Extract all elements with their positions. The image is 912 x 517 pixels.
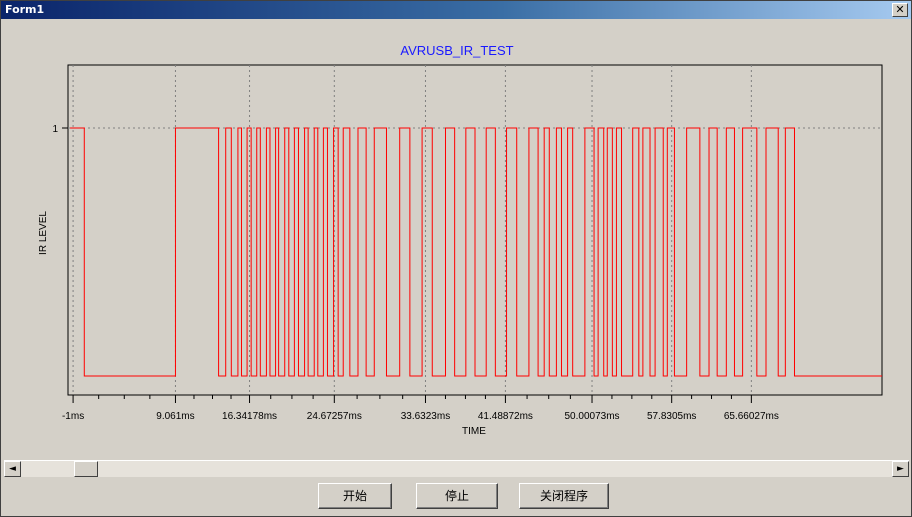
form1-window: Form1 ✕ AVRUSB_IR_TEST -1ms 9.061ms 16.341… xyxy=(0,0,912,517)
ir-chart: AVRUSB_IR_TEST -1ms 9.061ms 16.34178ms 24.6… xyxy=(38,43,883,437)
x-tick-label: 24.67257ms xyxy=(307,411,362,422)
x-axis-tick-labels: -1ms 9.061ms 16.34178ms 24.67257ms 33.6323ms… xyxy=(62,411,779,422)
start-button[interactable]: 开始 xyxy=(318,483,392,509)
y-axis-label: IR LEVEL xyxy=(38,211,49,255)
close-button[interactable]: ✕ xyxy=(892,3,908,17)
window-title: Form1 xyxy=(5,3,45,16)
scroll-left-button[interactable]: ◄ xyxy=(4,461,21,477)
x-tick-label: 33.6323ms xyxy=(401,411,450,422)
title-bar[interactable]: Form1 ✕ xyxy=(1,1,911,19)
scrollbar-thumb[interactable] xyxy=(74,461,98,477)
exit-program-button[interactable]: 关闭程序 xyxy=(519,483,609,509)
x-tick-label: 65.66027ms xyxy=(724,411,779,422)
x-tick-label: 41.48872ms xyxy=(478,411,533,422)
y-tick-label: 1 xyxy=(52,124,58,135)
x-tick-label: -1ms xyxy=(62,411,84,422)
x-axis-ticks xyxy=(72,395,752,403)
x-tick-label: 57.8305ms xyxy=(647,411,696,422)
x-axis-label: TIME xyxy=(462,426,486,437)
horizontal-scrollbar[interactable]: ◄ ► xyxy=(4,460,909,477)
x-tick-label: 9.061ms xyxy=(156,411,194,422)
x-tick-label: 16.34178ms xyxy=(222,411,277,422)
stop-button[interactable]: 停止 xyxy=(416,483,498,509)
chart-title: AVRUSB_IR_TEST xyxy=(400,43,513,58)
scroll-right-button[interactable]: ► xyxy=(892,461,909,477)
x-tick-label: 50.00073ms xyxy=(564,411,619,422)
